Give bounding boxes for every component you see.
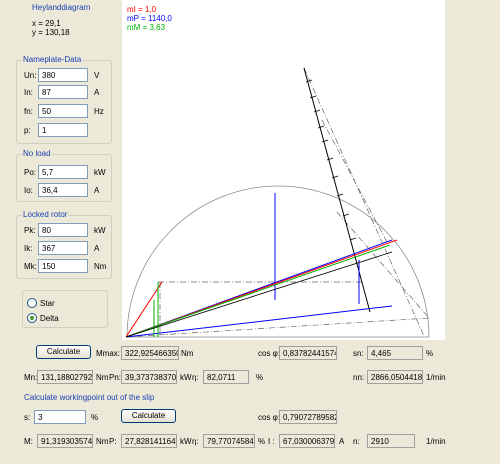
- delta-label[interactable]: Delta: [40, 314, 59, 323]
- n-value: 2910: [367, 434, 415, 448]
- legend-mi: mI = 1,0: [127, 5, 157, 14]
- slip-cos-label: cos φ:: [258, 413, 281, 422]
- star-label[interactable]: Star: [40, 299, 55, 308]
- mk-unit: Nm: [94, 262, 107, 271]
- cos-value: 0,83782441574: [279, 346, 337, 360]
- fn-label: fn:: [24, 107, 33, 116]
- cos-label: cos φ:: [258, 349, 281, 358]
- slip-calculate-button[interactable]: Calculate: [121, 409, 176, 423]
- in-label: In:: [24, 88, 33, 97]
- power-line-base: [125, 305, 393, 338]
- legend-mm: mM = 3,63: [127, 23, 166, 32]
- nn-value: 2866,05044182: [367, 370, 423, 384]
- i-unit: A: [339, 437, 345, 446]
- pn-value: 39,3737383708: [121, 370, 177, 384]
- n-label: n:: [353, 437, 360, 446]
- mmax-unit: Nm: [181, 349, 194, 358]
- p-input[interactable]: 1: [38, 123, 88, 137]
- ik-label: Ik:: [24, 244, 33, 253]
- heyland-diagram-svg: [125, 67, 430, 338]
- sn-label: sn:: [353, 349, 364, 358]
- n-unit: 1/min: [426, 437, 446, 446]
- x-readout: x = 29,1: [32, 19, 61, 28]
- po-unit: kW: [94, 168, 106, 177]
- star-radio[interactable]: [27, 298, 37, 308]
- eta-value: 82,0711: [203, 370, 249, 384]
- un-unit: V: [94, 71, 100, 80]
- sn-unit: %: [426, 349, 434, 358]
- io-label: Io:: [24, 186, 33, 195]
- y-readout: y = 130,18: [32, 28, 70, 37]
- connection-group: [22, 290, 108, 328]
- s-input[interactable]: 3: [34, 410, 86, 424]
- i-value: 67,0300063796: [279, 434, 335, 448]
- slip-section-title: Calculate workingpoint out of the slip: [24, 393, 155, 402]
- slip-eta-unit: %: [258, 437, 266, 446]
- po-label: Po:: [24, 168, 37, 177]
- slip-eta-value: 79,7707458412: [203, 434, 255, 448]
- nn-unit: 1/min: [426, 373, 446, 382]
- slip-cos-value: 0,79072789582: [279, 410, 337, 424]
- calculate-button[interactable]: Calculate: [36, 345, 91, 359]
- po-input[interactable]: 5,7: [38, 165, 88, 179]
- slip-eta-label: η:: [192, 437, 199, 446]
- heyland-diagram-canvas[interactable]: mI = 1,0 mP = 1140,0 mM = 3,63: [122, 0, 445, 340]
- sn-value: 4,465: [367, 346, 423, 360]
- ik-input[interactable]: 367: [38, 241, 88, 255]
- p-result-value: 27,8281411643: [121, 434, 177, 448]
- un-input[interactable]: 380: [38, 68, 88, 82]
- un-label: Un:: [24, 71, 37, 80]
- current-line-red-short: [125, 281, 163, 338]
- nameplate-group-title: Nameplate-Data: [22, 55, 83, 64]
- mn-unit: Nm: [96, 373, 109, 382]
- in-unit: A: [94, 88, 100, 97]
- ik-unit: A: [94, 244, 100, 253]
- eta-label: η:: [192, 373, 199, 382]
- s-unit: %: [91, 413, 99, 422]
- mn-label: Mn:: [24, 373, 38, 382]
- io-input[interactable]: 36,4: [38, 183, 88, 197]
- pn-unit: kW: [180, 373, 192, 382]
- pk-unit: kW: [94, 226, 106, 235]
- p-result-unit: kW: [180, 437, 192, 446]
- mk-label: Mk:: [24, 262, 37, 271]
- s-label: s:: [24, 413, 31, 422]
- dashdot-mid: [321, 119, 388, 243]
- eta-unit: %: [256, 373, 264, 382]
- i-label: I :: [268, 437, 275, 446]
- delta-radio[interactable]: [27, 313, 37, 323]
- m-label: M:: [24, 437, 33, 446]
- pk-input[interactable]: 80: [38, 223, 88, 237]
- p-label: p:: [24, 126, 31, 135]
- mn-value: 131,188027920: [37, 370, 93, 384]
- fn-unit: Hz: [94, 107, 104, 116]
- pn-label: Pn:: [109, 373, 122, 382]
- locked-group-title: Locked rotor: [22, 210, 69, 219]
- p-result-label: P:: [109, 437, 117, 446]
- diagram-title: Heylanddiagram: [32, 3, 91, 12]
- mmax-value: 322,925466350: [121, 346, 179, 360]
- in-input[interactable]: 87: [38, 85, 88, 99]
- legend-mp: mP = 1140,0: [127, 14, 172, 23]
- nn-label: nn:: [353, 373, 365, 382]
- m-value: 91,3193035745: [37, 434, 93, 448]
- work-line-black: [125, 251, 393, 338]
- m-unit: Nm: [96, 437, 109, 446]
- pk-label: Pk:: [24, 226, 36, 235]
- noload-group-title: No load: [22, 149, 52, 158]
- dashdot-upper: [303, 67, 425, 337]
- mmax-label: Mmax:: [96, 349, 120, 358]
- fn-input[interactable]: 50: [38, 104, 88, 118]
- io-unit: A: [94, 186, 100, 195]
- mk-input[interactable]: 150: [38, 259, 88, 273]
- current-locus-circle: [126, 185, 430, 338]
